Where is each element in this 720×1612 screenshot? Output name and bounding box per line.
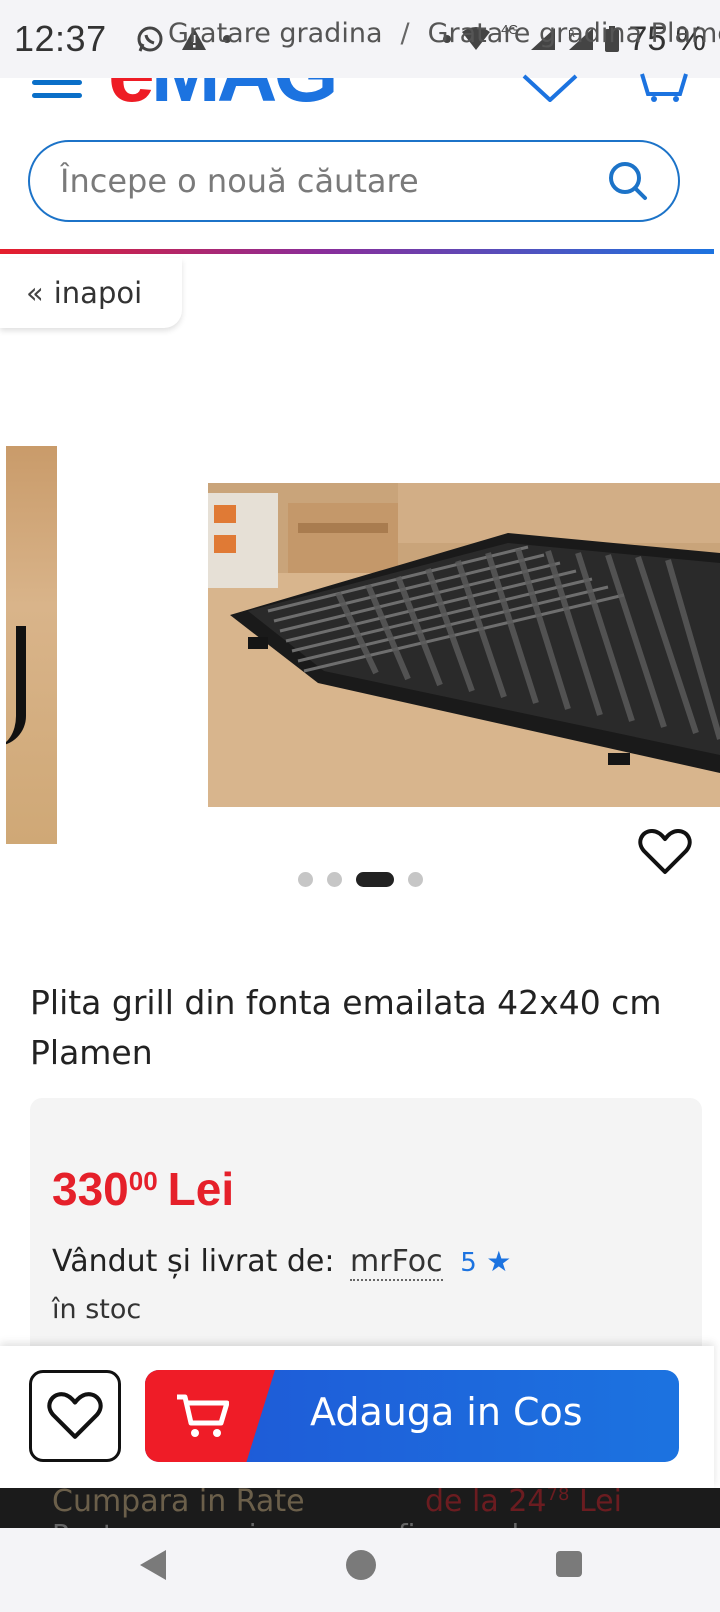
site-header: eMAG — [0, 73, 720, 250]
breadcrumb-separator: / — [400, 18, 410, 49]
add-to-cart-button[interactable]: Adauga in Cos — [145, 1370, 679, 1462]
installments-currency: Lei — [578, 1488, 622, 1519]
installments-prefix: de la — [425, 1488, 499, 1519]
pagination-dot[interactable] — [297, 872, 313, 887]
price-currency: Lei — [167, 1163, 235, 1215]
installments-value: de la 2478 Lei — [425, 1488, 622, 1519]
installments-int: 24 — [508, 1488, 547, 1519]
pagination-dot[interactable] — [407, 872, 423, 887]
stock-status: în stoc — [52, 1294, 142, 1325]
logo-e: e — [108, 78, 155, 106]
cart-icon-area — [145, 1370, 275, 1462]
seller-info: Vândut și livrat de: mrFoc 5 ★ — [52, 1244, 512, 1281]
search-input[interactable] — [60, 162, 604, 200]
cart-icon[interactable] — [640, 72, 690, 102]
product-gallery[interactable] — [0, 330, 720, 890]
installments-label: Cumpara in Rate — [52, 1488, 305, 1519]
nav-back-icon[interactable] — [140, 1550, 166, 1580]
status-time: 12:37 — [14, 18, 107, 59]
price-card: 33000 Lei Vândut și livrat de: mrFoc 5 ★ … — [30, 1098, 702, 1358]
favorite-heart-icon[interactable] — [638, 828, 692, 876]
cart-icon — [177, 1394, 229, 1437]
product-image[interactable] — [208, 483, 720, 807]
menu-icon[interactable] — [32, 80, 82, 106]
pagination-dot-active[interactable] — [355, 872, 394, 887]
header-accent-line — [0, 249, 714, 254]
product-title: Plita grill din fonta emailata 42x40 cm … — [30, 983, 662, 1072]
add-to-favorites-button[interactable] — [29, 1370, 121, 1462]
back-label: inapoi — [53, 276, 143, 310]
seller-name-link[interactable]: mrFoc — [350, 1244, 443, 1281]
logo-mag: MAG — [151, 78, 335, 106]
search-bar — [28, 140, 680, 222]
seller-label: Vândut și livrat de: — [52, 1244, 335, 1279]
nav-recents-icon[interactable] — [556, 1551, 582, 1577]
breadcrumb-item[interactable]: Gratare gradina — [168, 18, 382, 49]
installments-strip[interactable]: Cumpara in Rate de la 2478 Lei Pentru ac… — [0, 1488, 720, 1528]
emag-logo[interactable]: eMAG — [108, 78, 348, 112]
product-price: 33000 Lei — [52, 1162, 234, 1216]
heart-icon — [47, 1392, 103, 1439]
search-button[interactable] — [604, 157, 652, 205]
seller-rating: 5 — [460, 1248, 477, 1278]
cookie-notice-text: Pentru acapuri precum afisarea de — [52, 1518, 536, 1528]
whatsapp-icon — [137, 26, 163, 52]
price-integer: 330 — [52, 1163, 129, 1215]
back-button[interactable]: « inapoi — [0, 258, 182, 328]
android-nav-bar — [0, 1528, 720, 1612]
star-icon: ★ — [486, 1245, 512, 1278]
installments-dec: 78 — [546, 1488, 570, 1505]
bottom-action-bar: Adauga in Cos — [0, 1346, 714, 1488]
back-chevron-icon: « — [26, 276, 44, 310]
search-icon — [609, 162, 647, 200]
breadcrumb: Gratare gradina / Gratare gradina Plamen — [168, 18, 720, 49]
pagination-dot[interactable] — [326, 872, 342, 887]
favorites-icon[interactable] — [520, 72, 580, 102]
previous-product-image[interactable] — [6, 446, 57, 844]
add-to-cart-label: Adauga in Cos — [310, 1390, 583, 1434]
nav-home-icon[interactable] — [346, 1550, 376, 1580]
gallery-pagination — [0, 872, 720, 887]
price-decimals: 00 — [128, 1166, 158, 1196]
breadcrumb-item[interactable]: Gratare gradina Plamen — [428, 18, 720, 49]
